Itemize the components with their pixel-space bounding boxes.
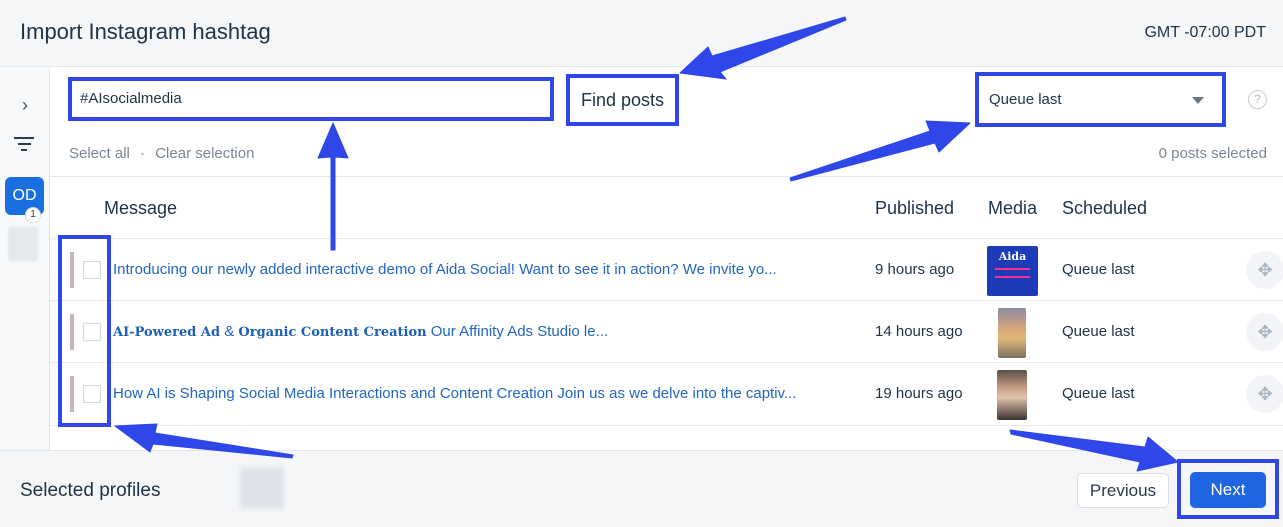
select-all-link[interactable]: Select all xyxy=(69,145,130,162)
media-thumbnail: Aida xyxy=(987,246,1038,296)
hashtag-search-input[interactable] xyxy=(80,90,540,107)
move-icon[interactable]: ✥ xyxy=(1246,375,1283,413)
queue-select-value: Queue last xyxy=(989,91,1062,108)
row-published: 9 hours ago xyxy=(875,261,955,278)
column-header-media: Media xyxy=(988,198,1038,218)
selected-count: 0 posts selected xyxy=(1158,145,1267,162)
separator-dot: · xyxy=(140,145,146,162)
help-icon[interactable]: ? xyxy=(1248,90,1267,109)
selected-profile-avatar-blurred xyxy=(240,467,284,509)
media-thumbnail xyxy=(998,308,1026,358)
column-header-scheduled: Scheduled xyxy=(1062,198,1148,218)
move-icon[interactable]: ✥ xyxy=(1246,251,1283,289)
table-row[interactable]: How AI is Shaping Social Media Interacti… xyxy=(50,362,1283,426)
sidebar: › OD 1 xyxy=(0,67,50,450)
table-row[interactable]: AI-Powered Ad & Organic Content Creation… xyxy=(50,300,1283,362)
row-scheduled: Queue last xyxy=(1062,385,1135,402)
row-message[interactable]: How AI is Shaping Social Media Interacti… xyxy=(113,385,858,402)
row-scheduled: Queue last xyxy=(1062,261,1135,278)
clear-selection-link[interactable]: Clear selection xyxy=(155,145,254,162)
media-thumbnail-text: Aida xyxy=(998,250,1027,263)
modal-footer: Selected profiles Previous Next xyxy=(0,450,1283,527)
arrow-to-queue-select xyxy=(789,120,971,182)
queue-select[interactable]: Queue last xyxy=(975,72,1226,127)
caret-down-icon xyxy=(1192,97,1204,104)
move-icon[interactable]: ✥ xyxy=(1246,313,1283,351)
table-divider xyxy=(50,176,1283,177)
checkbox-highlight-box xyxy=(58,235,111,427)
modal-header: Import Instagram hashtag GMT -07:00 PDT xyxy=(0,0,1283,67)
table-row[interactable]: Introducing our newly added interactive … xyxy=(50,238,1283,300)
row-scheduled: Queue last xyxy=(1062,323,1135,340)
previous-button[interactable]: Previous xyxy=(1077,473,1169,508)
profile-avatar-blurred[interactable] xyxy=(8,227,38,261)
row-message[interactable]: AI-Powered Ad & Organic Content Creation… xyxy=(113,323,858,340)
media-thumbnail xyxy=(997,370,1027,420)
next-highlight-box: Next xyxy=(1177,459,1279,519)
column-header-message: Message xyxy=(104,198,178,218)
row-published: 14 hours ago xyxy=(875,323,963,340)
find-posts-button[interactable]: Find posts xyxy=(566,74,679,126)
column-header-published: Published xyxy=(875,198,955,218)
next-button[interactable]: Next xyxy=(1190,472,1266,508)
filter-icon[interactable] xyxy=(14,137,34,151)
arrow-to-search-box xyxy=(317,122,349,251)
page-title: Import Instagram hashtag xyxy=(20,19,271,44)
selected-profiles-label: Selected profiles xyxy=(20,480,161,501)
selection-links: Select all · Clear selection xyxy=(69,145,254,162)
timezone-label: GMT -07:00 PDT xyxy=(1144,24,1266,41)
avatar-badge: 1 xyxy=(25,207,41,223)
hashtag-search-box xyxy=(68,77,554,121)
row-message[interactable]: Introducing our newly added interactive … xyxy=(113,261,858,278)
chevron-right-icon[interactable]: › xyxy=(15,95,35,115)
row-published: 19 hours ago xyxy=(875,385,963,402)
